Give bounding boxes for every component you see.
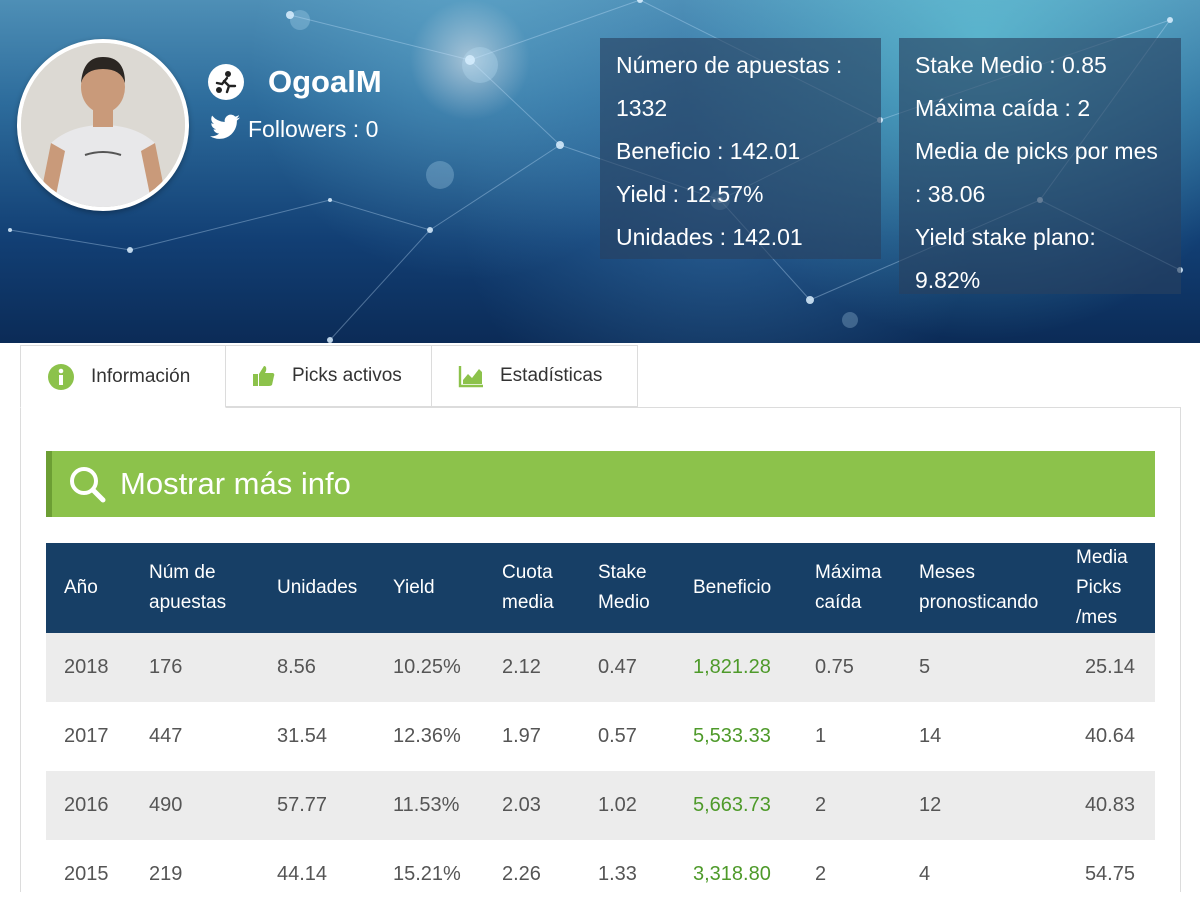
followers-row: Followers : 0 bbox=[210, 114, 378, 145]
cell-months: 14 bbox=[919, 702, 1076, 771]
cell-profit: 1,821.28 bbox=[693, 633, 815, 702]
username-row: OgoalM bbox=[208, 64, 382, 100]
cell-avg-stake: 1.02 bbox=[598, 771, 693, 840]
tab-label: Información bbox=[91, 365, 191, 387]
tab-label: Estadísticas bbox=[500, 365, 603, 386]
tab-picks-activos[interactable]: Picks activos bbox=[226, 345, 432, 407]
chart-icon bbox=[458, 364, 484, 388]
avatar[interactable] bbox=[17, 39, 189, 211]
cell-units: 8.56 bbox=[277, 633, 393, 702]
thumbs-up-icon bbox=[252, 364, 276, 388]
table-header-row: Año Núm de apuestas Unidades Yield Cuota… bbox=[46, 543, 1155, 633]
stat-bets: Número de apuestas : 1332 bbox=[616, 52, 843, 121]
cell-picks-month: 40.64 bbox=[1076, 702, 1155, 771]
cell-max-drawdown: 2 bbox=[815, 840, 919, 909]
search-icon bbox=[68, 465, 106, 503]
col-header[interactable]: Media Picks /mes bbox=[1076, 543, 1155, 633]
stat-units: Unidades : 142.01 bbox=[616, 224, 803, 250]
cell-avg-stake: 0.47 bbox=[598, 633, 693, 702]
more-info-title: Mostrar más info bbox=[120, 466, 351, 501]
table-row: 2018 176 8.56 10.25% 2.12 0.47 1,821.28 … bbox=[46, 633, 1155, 702]
cell-bets: 176 bbox=[149, 633, 277, 702]
cell-yield: 11.53% bbox=[393, 771, 502, 840]
cell-units: 57.77 bbox=[277, 771, 393, 840]
cell-profit: 5,663.73 bbox=[693, 771, 815, 840]
cell-avg-stake: 1.33 bbox=[598, 840, 693, 909]
cell-units: 31.54 bbox=[277, 702, 393, 771]
stat-picks-per-month: Media de picks por mes : 38.06 bbox=[915, 138, 1158, 207]
profile-header: OgoalM Followers : 0 Número de apuestas … bbox=[0, 0, 1200, 343]
cell-bets: 447 bbox=[149, 702, 277, 771]
cell-max-drawdown: 0.75 bbox=[815, 633, 919, 702]
cell-units: 44.14 bbox=[277, 840, 393, 909]
soccer-player-icon bbox=[208, 64, 244, 100]
cell-yield: 15.21% bbox=[393, 840, 502, 909]
table-row: 2015 219 44.14 15.21% 2.26 1.33 3,318.80… bbox=[46, 840, 1155, 909]
cell-avg-odds: 2.26 bbox=[502, 840, 598, 909]
twitter-icon[interactable] bbox=[210, 114, 240, 145]
col-header[interactable]: Stake Medio bbox=[598, 543, 693, 633]
cell-max-drawdown: 1 bbox=[815, 702, 919, 771]
table-row: 2017 447 31.54 12.36% 1.97 0.57 5,533.33… bbox=[46, 702, 1155, 771]
info-icon bbox=[47, 363, 75, 391]
col-header[interactable]: Yield bbox=[393, 543, 502, 633]
cell-profit: 5,533.33 bbox=[693, 702, 815, 771]
cell-avg-odds: 1.97 bbox=[502, 702, 598, 771]
cell-profit: 3,318.80 bbox=[693, 840, 815, 909]
stat-profit: Beneficio : 142.01 bbox=[616, 138, 801, 164]
cell-yield: 12.36% bbox=[393, 702, 502, 771]
col-header[interactable]: Año bbox=[46, 543, 149, 633]
stats-box-summary: Número de apuestas : 1332 Beneficio : 14… bbox=[600, 38, 881, 259]
tab-bar: Información Picks activos Estadísticas bbox=[20, 345, 638, 408]
cell-months: 5 bbox=[919, 633, 1076, 702]
cell-yield: 10.25% bbox=[393, 633, 502, 702]
table-row: 2016 490 57.77 11.53% 2.03 1.02 5,663.73… bbox=[46, 771, 1155, 840]
username[interactable]: OgoalM bbox=[268, 64, 382, 100]
col-header[interactable]: Unidades bbox=[277, 543, 393, 633]
cell-months: 12 bbox=[919, 771, 1076, 840]
cell-bets: 490 bbox=[149, 771, 277, 840]
stat-avg-stake: Stake Medio : 0.85 bbox=[915, 52, 1107, 78]
cell-year: 2017 bbox=[46, 702, 149, 771]
tab-label: Picks activos bbox=[292, 365, 402, 386]
cell-avg-odds: 2.03 bbox=[502, 771, 598, 840]
stat-flat-yield: Yield stake plano: 9.82% bbox=[915, 224, 1096, 293]
cell-picks-month: 25.14 bbox=[1076, 633, 1155, 702]
stat-max-drawdown: Máxima caída : 2 bbox=[915, 95, 1091, 121]
col-header[interactable]: Meses pronosticando bbox=[919, 543, 1076, 633]
col-header[interactable]: Máxima caída bbox=[815, 543, 919, 633]
tab-informacion[interactable]: Información bbox=[20, 345, 226, 408]
cell-months: 4 bbox=[919, 840, 1076, 909]
cell-avg-odds: 2.12 bbox=[502, 633, 598, 702]
cell-max-drawdown: 2 bbox=[815, 771, 919, 840]
col-header[interactable]: Beneficio bbox=[693, 543, 815, 633]
cell-year: 2018 bbox=[46, 633, 149, 702]
cell-avg-stake: 0.57 bbox=[598, 702, 693, 771]
yearly-stats-table: Año Núm de apuestas Unidades Yield Cuota… bbox=[46, 543, 1155, 909]
more-info-bar[interactable]: Mostrar más info bbox=[46, 451, 1155, 517]
followers-count: Followers : 0 bbox=[248, 116, 379, 142]
cell-year: 2016 bbox=[46, 771, 149, 840]
stats-box-details: Stake Medio : 0.85 Máxima caída : 2 Medi… bbox=[899, 38, 1181, 294]
cell-year: 2015 bbox=[46, 840, 149, 909]
cell-picks-month: 54.75 bbox=[1076, 840, 1155, 909]
col-header[interactable]: Núm de apuestas bbox=[149, 543, 277, 633]
stat-yield: Yield : 12.57% bbox=[616, 181, 764, 207]
tab-estadisticas[interactable]: Estadísticas bbox=[432, 345, 638, 407]
cell-picks-month: 40.83 bbox=[1076, 771, 1155, 840]
col-header[interactable]: Cuota media bbox=[502, 543, 598, 633]
cell-bets: 219 bbox=[149, 840, 277, 909]
